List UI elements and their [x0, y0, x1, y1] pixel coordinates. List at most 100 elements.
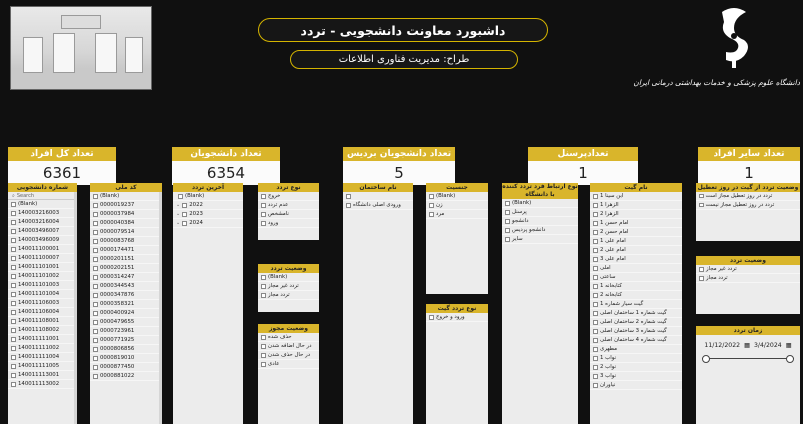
checkbox[interactable] — [93, 364, 98, 370]
slicer-item[interactable]: تردد غیر مجاز — [258, 282, 319, 291]
checkbox[interactable] — [429, 202, 434, 208]
checkbox[interactable] — [93, 292, 98, 298]
slicer-item[interactable]: امام حسن 1 — [590, 219, 682, 228]
checkbox[interactable] — [93, 310, 98, 316]
slicer-item[interactable]: (Blank) — [173, 192, 243, 201]
slicer-item[interactable]: 0000174471 — [90, 246, 162, 255]
checkbox[interactable] — [261, 211, 266, 217]
slicer-item[interactable]: 140011101003 — [8, 281, 77, 290]
checkbox[interactable] — [93, 220, 98, 226]
slicer-item[interactable]: مطهری — [590, 345, 682, 354]
checkbox[interactable] — [93, 355, 98, 361]
checkbox[interactable] — [182, 220, 188, 226]
slicer-item[interactable]: دانشجو — [502, 217, 578, 226]
checkbox[interactable] — [593, 247, 598, 253]
slicer-item[interactable]: 0000723961 — [90, 327, 162, 336]
slicer-item[interactable]: (Blank) — [90, 192, 162, 201]
checkbox[interactable] — [505, 200, 510, 206]
slicer-item[interactable]: 0000083768 — [90, 237, 162, 246]
checkbox[interactable] — [593, 355, 598, 361]
slicer-item[interactable]: 0000819010 — [90, 354, 162, 363]
slicer-item[interactable]: 0000771925 — [90, 336, 162, 345]
slicer-item[interactable]: خروج — [258, 192, 319, 201]
checkbox[interactable] — [429, 193, 434, 199]
checkbox[interactable] — [93, 202, 98, 208]
checkbox[interactable] — [593, 337, 598, 343]
slider-handle-start[interactable] — [702, 355, 710, 363]
slicer-item[interactable]: (Blank) — [258, 273, 319, 282]
slicer-item[interactable]: در حال اضافه شدن — [258, 342, 319, 351]
slicer-item[interactable]: 140011111001 — [8, 335, 77, 344]
checkbox[interactable] — [593, 211, 598, 217]
checkbox[interactable] — [593, 346, 598, 352]
calendar-icon[interactable]: ▦ — [786, 342, 792, 349]
slicer-item[interactable]: 0000314247 — [90, 273, 162, 282]
checkbox[interactable] — [11, 219, 16, 225]
checkbox[interactable] — [93, 256, 98, 262]
checkbox[interactable] — [261, 202, 266, 208]
checkbox[interactable] — [593, 373, 598, 379]
slicer-item[interactable]: گیت شماره 1 ساختمان اصلی — [590, 309, 682, 318]
checkbox[interactable] — [261, 292, 266, 298]
checkbox[interactable] — [93, 328, 98, 334]
checkbox[interactable] — [93, 373, 98, 379]
checkbox[interactable] — [505, 209, 510, 215]
checkbox[interactable] — [11, 309, 16, 315]
checkbox[interactable] — [93, 193, 98, 199]
checkbox[interactable] — [593, 283, 598, 289]
checkbox[interactable] — [593, 301, 598, 307]
slicer-item[interactable]: نواب 1 — [590, 354, 682, 363]
slicer-item[interactable] — [343, 192, 413, 201]
slicer-item[interactable]: 0000877450 — [90, 363, 162, 372]
slicer-item[interactable]: 140011108002 — [8, 326, 77, 335]
slicer-item[interactable]: ⌄ 2024 — [173, 219, 243, 228]
slicer-item[interactable]: زن — [426, 201, 488, 210]
slicer-item[interactable]: 140011111002 — [8, 344, 77, 353]
checkbox[interactable] — [11, 381, 16, 387]
checkbox[interactable] — [11, 327, 16, 333]
checkbox[interactable] — [93, 247, 98, 253]
slicer-item[interactable]: 140003496007 — [8, 227, 77, 236]
checkbox[interactable] — [93, 238, 98, 244]
slicer-item[interactable]: تردد غیر مجاز — [696, 265, 800, 274]
slicer-item[interactable]: (Blank) — [426, 192, 488, 201]
slicer-item[interactable]: الزهرا 1 — [590, 201, 682, 210]
checkbox[interactable] — [11, 228, 16, 234]
checkbox[interactable] — [261, 361, 266, 367]
slicer-item[interactable]: نواب 2 — [590, 363, 682, 372]
slicer-item[interactable]: عدم تردد — [258, 201, 319, 210]
slicer-item[interactable]: 0000400924 — [90, 309, 162, 318]
slicer-item[interactable]: عادی — [258, 360, 319, 369]
checkbox[interactable] — [261, 352, 266, 358]
slicer-item[interactable]: 140011111005 — [8, 362, 77, 371]
slicer-item[interactable]: نواب 3 — [590, 372, 682, 381]
checkbox[interactable] — [93, 274, 98, 280]
slicer-item[interactable]: ⌄ 2022 — [173, 201, 243, 210]
checkbox[interactable] — [699, 266, 704, 272]
checkbox[interactable] — [261, 334, 266, 340]
date-range-slider[interactable] — [702, 355, 794, 363]
slicer-item[interactable]: ⌄ 2023 — [173, 210, 243, 219]
checkbox[interactable] — [346, 193, 351, 199]
checkbox[interactable] — [593, 310, 598, 316]
slicer-item[interactable]: 140011100001 — [8, 245, 77, 254]
checkbox[interactable] — [593, 274, 598, 280]
checkbox[interactable] — [429, 314, 434, 320]
checkbox[interactable] — [593, 238, 598, 244]
slicer-item[interactable]: ورود — [258, 219, 319, 228]
slicer-item[interactable]: 0000344543 — [90, 282, 162, 291]
slicer-item[interactable]: سایر — [502, 235, 578, 244]
checkbox[interactable] — [699, 275, 704, 281]
slicer-item[interactable]: تردد در روز تعطیل مجاز است — [696, 192, 800, 201]
checkbox[interactable] — [593, 229, 598, 235]
checkbox[interactable] — [93, 211, 98, 217]
slicer-item[interactable]: امام علی 3 — [590, 255, 682, 264]
slicer-item[interactable]: گیت سیار شماره 1 — [590, 300, 682, 309]
slicer-item[interactable]: دانشجو پردیس — [502, 226, 578, 235]
slicer-item[interactable]: 0000037984 — [90, 210, 162, 219]
checkbox[interactable] — [593, 292, 598, 298]
slicer-item[interactable]: 140011100007 — [8, 254, 77, 263]
slicer-item[interactable]: 140011106004 — [8, 308, 77, 317]
slicer-item[interactable]: ورود و خروج — [426, 313, 488, 322]
slider-handle-end[interactable] — [786, 355, 794, 363]
